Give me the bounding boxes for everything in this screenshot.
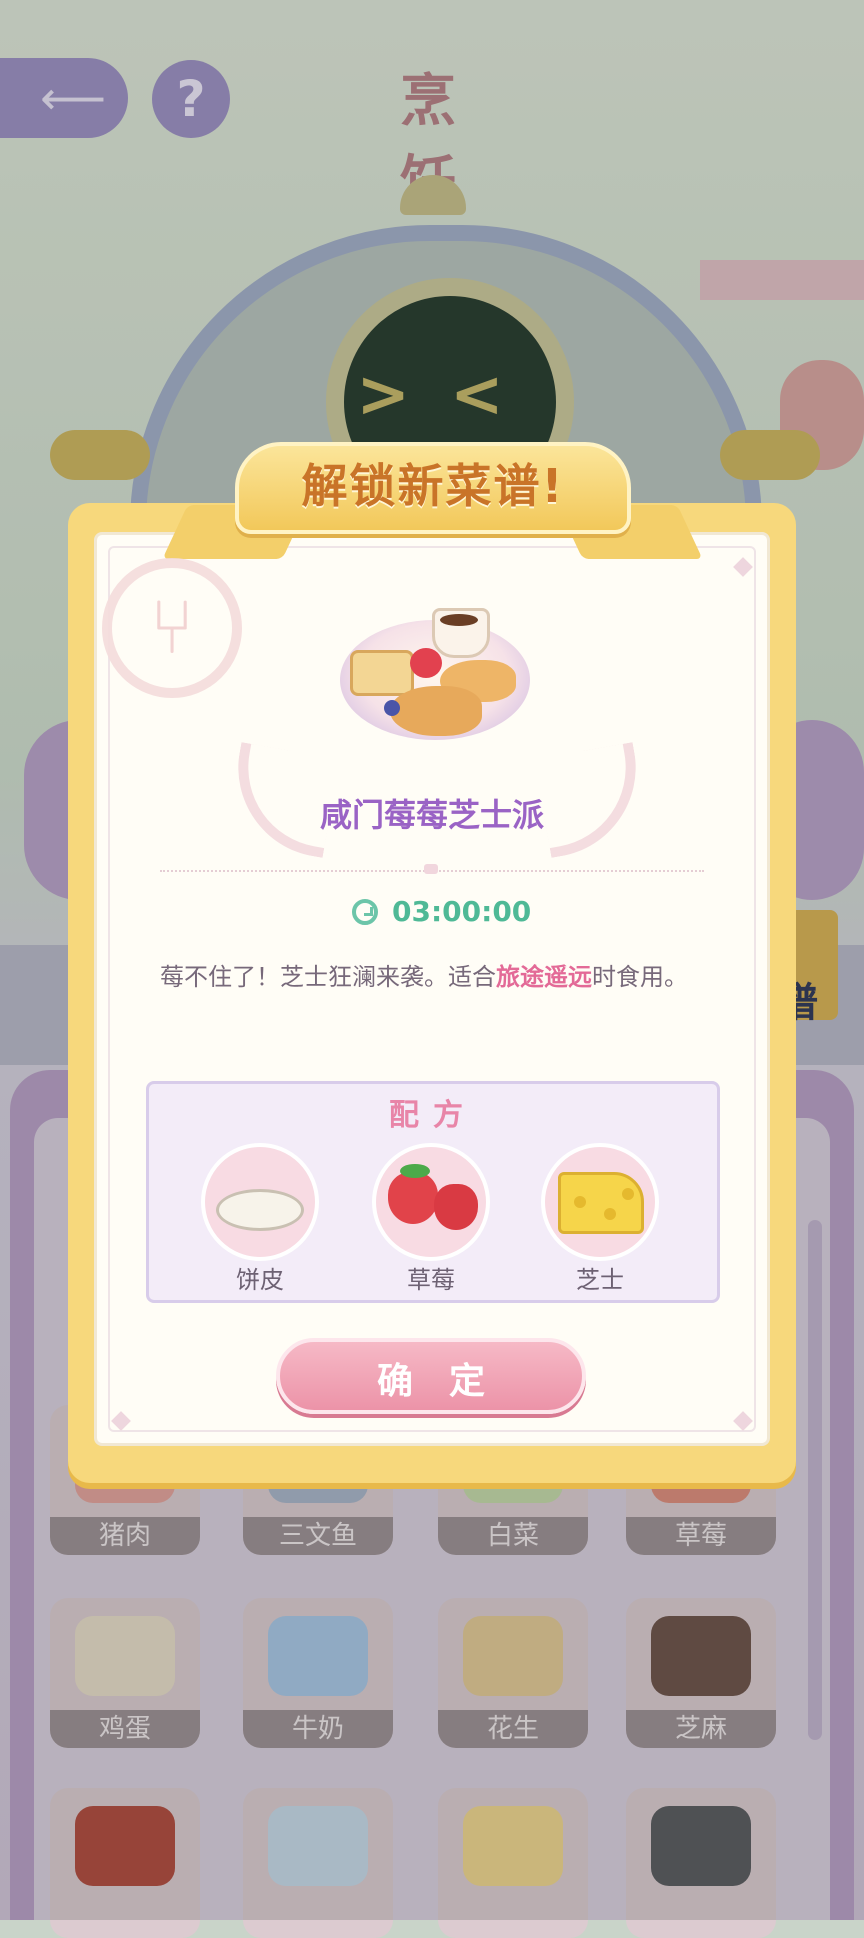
- taiyaki-cake: [390, 686, 482, 736]
- cheese-icon: [558, 1172, 644, 1234]
- strawberry-icon: [388, 1172, 438, 1224]
- waffle-piece: [350, 650, 414, 696]
- pie-crust-icon: [216, 1189, 304, 1231]
- blueberry: [384, 700, 400, 716]
- dish-name: 咸门莓莓芝士派: [319, 796, 544, 834]
- dish-description: 莓不住了！芝士狂澜来袭。适合旅途遥远时食用。: [160, 963, 688, 991]
- divider-bow-icon: [424, 864, 438, 874]
- cook-time: 03:00:00: [392, 895, 532, 928]
- clock-icon: [352, 899, 378, 925]
- fork-knife-watermark-icon: ⑂: [102, 558, 242, 698]
- strawberry-leaf: [400, 1164, 430, 1178]
- ingredient-label: 草莓: [407, 1266, 455, 1294]
- strawberry-piece: [410, 648, 442, 678]
- unlock-banner-title: 解锁新菜谱!: [301, 459, 565, 513]
- recipe-title: 配方: [389, 1098, 477, 1133]
- coffee: [440, 614, 478, 626]
- ingredient-label: 芝士: [576, 1266, 624, 1294]
- description-highlight: 旅途遥远: [496, 963, 592, 991]
- confirm-button-label: 确定: [376, 1361, 521, 1402]
- ingredient-label: 饼皮: [236, 1266, 284, 1294]
- strawberry-icon: [434, 1184, 478, 1230]
